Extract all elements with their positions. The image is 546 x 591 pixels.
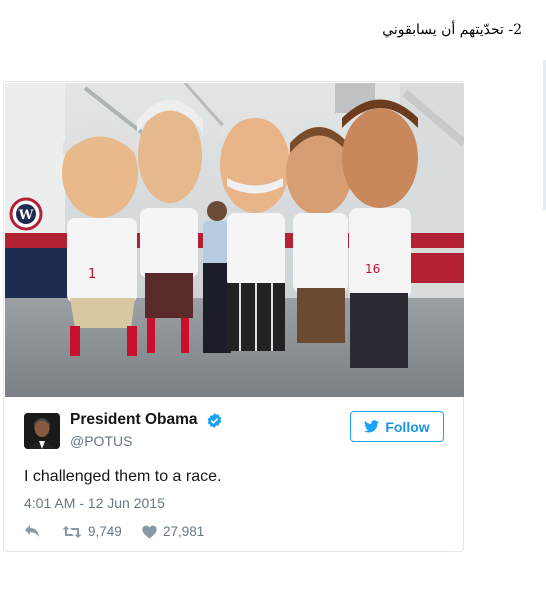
follow-button[interactable]: Follow	[350, 411, 444, 442]
avatar[interactable]	[24, 413, 60, 449]
twitter-bird-icon	[364, 420, 380, 433]
like-button[interactable]: 27,981	[142, 524, 204, 539]
user-handle[interactable]: @POTUS	[70, 433, 132, 449]
reply-button[interactable]	[24, 524, 40, 538]
embedded-tweet-card: W 1 16 President Obama @POTUS Follow I c…	[3, 81, 464, 552]
nationals-logo-sign: W	[9, 197, 43, 231]
verified-badge-icon	[207, 413, 222, 428]
like-count: 27,981	[163, 524, 205, 539]
retweet-button[interactable]: 9,749	[62, 524, 122, 539]
retweet-count: 9,749	[88, 524, 122, 539]
heart-icon	[142, 525, 157, 539]
tweet-timestamp[interactable]: 4:01 AM - 12 Jun 2015	[24, 495, 165, 511]
svg-text:1: 1	[88, 267, 96, 282]
svg-text:16: 16	[365, 262, 380, 276]
tweet-body: President Obama @POTUS Follow I challeng…	[4, 398, 463, 552]
tweet-text: I challenged them to a race.	[24, 468, 222, 485]
retweet-icon	[62, 525, 82, 538]
svg-text:W: W	[18, 208, 34, 223]
follow-button-label: Follow	[385, 418, 430, 435]
display-name[interactable]: President Obama	[70, 411, 198, 429]
reply-icon	[25, 525, 39, 537]
tweet-photo[interactable]: W 1 16	[5, 83, 464, 397]
section-heading: 2- تحدّيتهم أن يسابقوني	[382, 22, 522, 38]
